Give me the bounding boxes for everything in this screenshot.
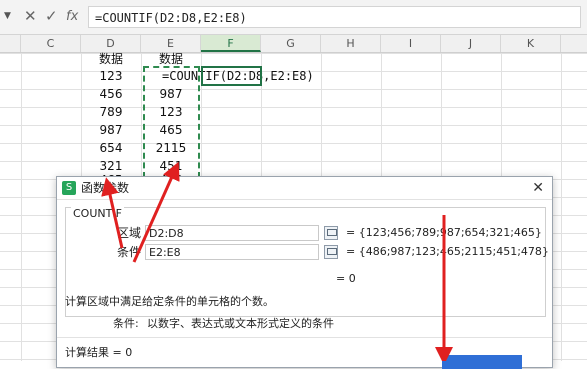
arg1-label: 区域 (117, 226, 142, 240)
dialog-titlebar[interactable]: S 函数参数 ✕ (57, 177, 552, 200)
cancel-icon[interactable]: ✕ (24, 7, 37, 25)
cell-d6[interactable]: 654 (81, 139, 141, 157)
column-header-j[interactable]: J (441, 35, 501, 52)
formula-result: = 0 (336, 272, 356, 285)
cell-d3[interactable]: 456 (81, 85, 141, 103)
arg1-result: = {123;456;789;987;654;321;465} (346, 226, 542, 239)
column-header-k[interactable]: K (501, 35, 561, 52)
collapse-criteria-icon[interactable] (324, 245, 338, 259)
param-description: 以数字、表达式或文本形式定义的条件 (147, 317, 334, 330)
range-input[interactable]: D2:D8 (145, 225, 319, 241)
collapse-range-icon[interactable] (324, 226, 338, 240)
cell-d5[interactable]: 987 (81, 121, 141, 139)
cell-d2[interactable]: 123 (81, 67, 141, 85)
function-arguments-dialog: S 函数参数 ✕ COUNTIF 区域 D2:D8 = {123;456;789… (56, 176, 553, 369)
ok-button[interactable] (442, 355, 522, 369)
formula-bar: ▼ ✕ ✓ fx =COUNTIF(D2:D8,E2:E8) (0, 0, 587, 35)
column-header-g[interactable]: G (261, 35, 321, 52)
confirm-icon[interactable]: ✓ (45, 7, 58, 25)
column-header-c[interactable]: C (21, 35, 81, 52)
column-header-i[interactable]: I (381, 35, 441, 52)
criteria-input[interactable]: E2:E8 (145, 244, 319, 260)
wps-s-icon: S (62, 181, 76, 195)
param-desc-label: 条件: (113, 317, 139, 330)
dialog-title: 函数参数 (81, 181, 130, 195)
fx-icon[interactable]: fx (66, 9, 78, 24)
column-header-h[interactable]: H (321, 35, 381, 52)
range-selection-e2-e8 (143, 66, 200, 178)
corner-header[interactable] (0, 35, 21, 52)
column-header-f[interactable]: F (201, 35, 261, 52)
function-name: COUNTIF (71, 207, 124, 220)
formula-input[interactable]: =COUNTIF(D2:D8,E2:E8) (88, 6, 581, 28)
active-cell-f2[interactable] (201, 66, 262, 86)
arg2-label: 条件 (117, 245, 142, 259)
arg2-result: = {486;987;123;465;2115;451;478} (346, 245, 549, 258)
cell-d1[interactable]: 数据 (81, 50, 141, 68)
close-button[interactable]: ✕ (532, 177, 544, 199)
cell-d4[interactable]: 789 (81, 103, 141, 121)
function-description: 计算区域中满足给定条件的单元格的个数。 (65, 295, 274, 308)
calc-result: 计算结果 = 0 (65, 346, 133, 359)
chevron-down-icon[interactable]: ▼ (4, 11, 11, 21)
